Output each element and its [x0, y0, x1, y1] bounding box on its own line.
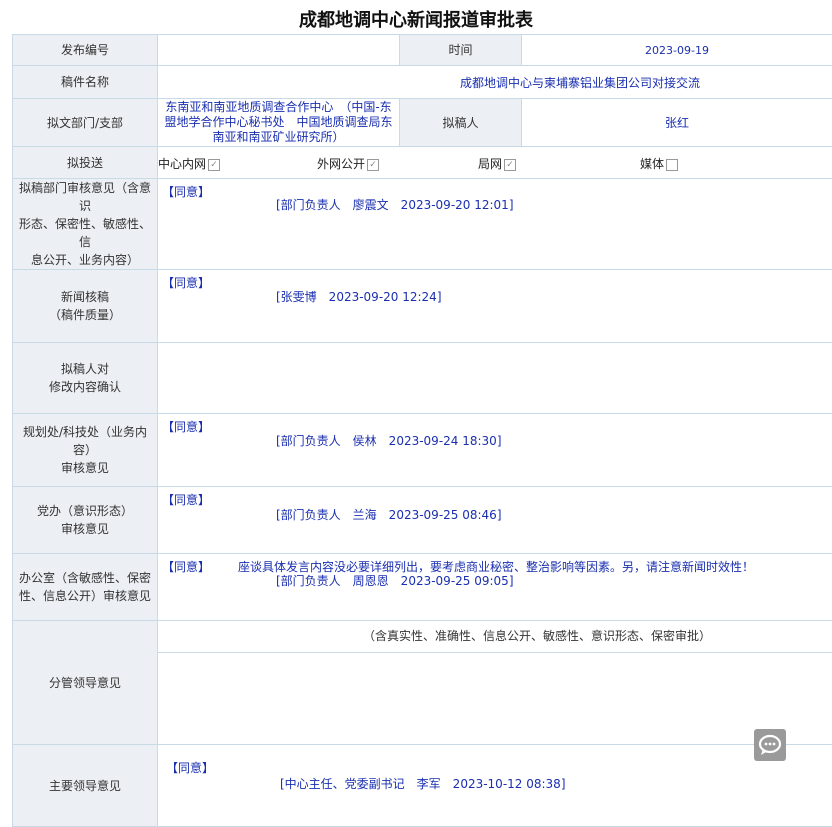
checkbox-icon[interactable]: ✓: [208, 159, 220, 171]
row-branch-leader: 分管领导意见 （含真实性、准确性、信息公开、敏感性、意识形态、保密审批）: [13, 621, 832, 745]
signature: [部门负责人 兰海 2023-09-25 08:46]: [276, 506, 502, 523]
opinion-main-leader: 【同意】 [中心主任、党委副书记 李军 2023-10-12 08:38]: [158, 745, 832, 827]
label-number: 发布编号: [13, 35, 158, 66]
feedback-button[interactable]: [754, 729, 786, 761]
send-option-public[interactable]: 外网公开✓: [317, 155, 379, 172]
label-line: 党办（意识形态）: [15, 502, 155, 520]
label-line: 新闻核稿: [15, 288, 155, 306]
send-option-label: 媒体: [640, 157, 664, 171]
label-line: 审核意见: [15, 459, 155, 477]
divider: [158, 652, 832, 653]
row-office: 办公室（含敏感性、保密 性、信息公开）审核意见 【同意】 座谈具体发言内容没必要…: [13, 554, 832, 621]
checkbox-icon[interactable]: ✓: [367, 159, 379, 171]
send-option-media[interactable]: 媒体: [640, 155, 678, 172]
send-option-label: 外网公开: [317, 157, 365, 171]
signature: [部门负责人 周恩恩 2023-09-25 09:05]: [276, 572, 514, 589]
send-option-label: 局网: [478, 157, 502, 171]
label-line: 审核意见: [15, 520, 155, 538]
signature: [张雯博 2023-09-20 12:24]: [276, 288, 442, 305]
branch-leader-note: （含真实性、准确性、信息公开、敏感性、意识形态、保密审批）: [158, 621, 832, 644]
opinion-branch-leader: （含真实性、准确性、信息公开、敏感性、意识形态、保密审批）: [158, 621, 832, 745]
row-department: 拟文部门/支部 东南亚和南亚地质调查合作中心 （中国-东 盟地学合作中心秘书处 …: [13, 99, 832, 147]
label-branch-leader: 分管领导意见: [13, 621, 158, 745]
row-planning: 规划处/科技处（业务内 容） 审核意见 【同意】 [部门负责人 侯林 2023-…: [13, 414, 832, 487]
send-options: 中心内网✓ 外网公开✓ 局网✓ 媒体: [158, 147, 832, 179]
row-news-check: 新闻核稿 （稿件质量） 【同意】 [张雯博 2023-09-20 12:24]: [13, 270, 832, 343]
label-time: 时间: [400, 35, 522, 66]
label-line: 拟稿部门审核意见（含意识: [15, 179, 155, 215]
department-line-1: 东南亚和南亚地质调查合作中心 （中国-东: [158, 100, 399, 115]
opinion-news-check: 【同意】 [张雯博 2023-09-20 12:24]: [158, 270, 832, 343]
label-planning: 规划处/科技处（业务内 容） 审核意见: [13, 414, 158, 487]
row-party: 党办（意识形态） 审核意见 【同意】 [部门负责人 兰海 2023-09-25 …: [13, 487, 832, 554]
opinion-drafter-confirm: [158, 343, 832, 414]
label-news-check: 新闻核稿 （稿件质量）: [13, 270, 158, 343]
signature: [部门负责人 侯林 2023-09-24 18:30]: [276, 432, 502, 449]
label-line: 办公室（含敏感性、保密: [15, 569, 155, 587]
label-line: 性、信息公开）审核意见: [15, 587, 155, 605]
checkbox-icon[interactable]: [666, 159, 678, 171]
signature: [中心主任、党委副书记 李军 2023-10-12 08:38]: [280, 775, 566, 792]
label-manuscript-name: 稿件名称: [13, 66, 158, 99]
row-main-leader: 主要领导意见 【同意】 [中心主任、党委副书记 李军 2023-10-12 08…: [13, 745, 832, 827]
opinion-party: 【同意】 [部门负责人 兰海 2023-09-25 08:46]: [158, 487, 832, 554]
opinion-planning: 【同意】 [部门负责人 侯林 2023-09-24 18:30]: [158, 414, 832, 487]
label-line: （稿件质量）: [15, 306, 155, 324]
agree-tag: 【同意】: [166, 759, 214, 776]
agree-tag: 【同意】: [162, 418, 210, 435]
label-send-to: 拟投送: [13, 147, 158, 179]
manuscript-name-text: 成都地调中心与柬埔寨铝业集团公司对接交流: [460, 76, 700, 90]
label-party: 党办（意识形态） 审核意见: [13, 487, 158, 554]
chat-bubble-icon: [754, 729, 786, 761]
send-option-intranet[interactable]: 中心内网✓: [158, 155, 220, 172]
label-dept-review: 拟稿部门审核意见（含意识 形态、保密性、敏感性、信 息公开、业务内容）: [13, 179, 158, 270]
department-line-2: 盟地学合作中心秘书处 中国地质调查局东: [158, 115, 399, 130]
value-time: 2023-09-19: [522, 35, 832, 66]
approval-table: 发布编号 时间 2023-09-19 稿件名称 成都地调中心与柬埔寨铝业集团公司…: [12, 34, 832, 827]
label-line: 修改内容确认: [15, 378, 155, 396]
opinion-dept-review: 【同意】 [部门负责人 廖震文 2023-09-20 12:01]: [158, 179, 832, 270]
page-title: 成都地调中心新闻报道审批表: [0, 6, 832, 32]
send-option-label: 中心内网: [158, 157, 206, 171]
label-drafter: 拟稿人: [400, 99, 522, 147]
value-department: 东南亚和南亚地质调查合作中心 （中国-东 盟地学合作中心秘书处 中国地质调查局东…: [158, 99, 400, 147]
agree-tag: 【同意】: [162, 491, 210, 508]
row-dept-review: 拟稿部门审核意见（含意识 形态、保密性、敏感性、信 息公开、业务内容） 【同意】…: [13, 179, 832, 270]
agree-tag: 【同意】: [162, 274, 210, 291]
label-department: 拟文部门/支部: [13, 99, 158, 147]
value-manuscript-name: 成都地调中心与柬埔寨铝业集团公司对接交流: [158, 66, 832, 99]
row-drafter-confirm: 拟稿人对 修改内容确认: [13, 343, 832, 414]
checkbox-icon[interactable]: ✓: [504, 159, 516, 171]
send-option-bureau[interactable]: 局网✓: [478, 155, 516, 172]
row-number: 发布编号 时间 2023-09-19: [13, 35, 832, 66]
label-office: 办公室（含敏感性、保密 性、信息公开）审核意见: [13, 554, 158, 621]
row-manuscript: 稿件名称 成都地调中心与柬埔寨铝业集团公司对接交流: [13, 66, 832, 99]
agree-tag: 【同意】: [162, 183, 210, 200]
value-number: [158, 35, 400, 66]
label-line: 容）: [15, 441, 155, 459]
label-drafter-confirm: 拟稿人对 修改内容确认: [13, 343, 158, 414]
label-line: 拟稿人对: [15, 360, 155, 378]
opinion-office: 【同意】 座谈具体发言内容没必要详细列出，要考虑商业秘密、整治影响等因素。另，请…: [158, 554, 832, 621]
label-line: 规划处/科技处（业务内: [15, 423, 155, 441]
value-drafter: 张红: [522, 99, 832, 147]
label-line: 形态、保密性、敏感性、信: [15, 215, 155, 251]
row-send-to: 拟投送 中心内网✓ 外网公开✓ 局网✓ 媒体: [13, 147, 832, 179]
label-main-leader: 主要领导意见: [13, 745, 158, 827]
agree-tag: 【同意】: [162, 558, 210, 575]
label-line: 息公开、业务内容）: [15, 251, 155, 269]
signature: [部门负责人 廖震文 2023-09-20 12:01]: [276, 196, 514, 213]
department-line-3: 南亚和南亚矿业研究所）: [158, 130, 399, 145]
